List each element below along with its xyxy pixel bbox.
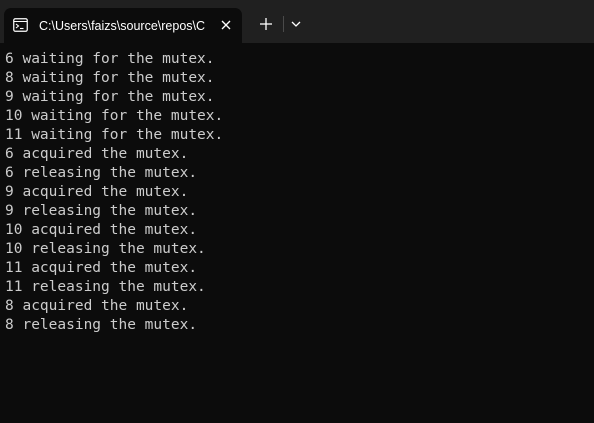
terminal-line: 8 releasing the mutex. <box>5 317 198 333</box>
plus-icon <box>260 18 272 30</box>
terminal-window: C:\Users\faizs\source\repos\C 6 waiting … <box>0 0 594 423</box>
close-icon[interactable] <box>217 16 235 34</box>
terminal-line: 11 releasing the mutex. <box>5 279 206 295</box>
tab-bar: C:\Users\faizs\source\repos\C <box>0 0 594 43</box>
terminal-output[interactable]: 6 waiting for the mutex. 8 waiting for t… <box>0 43 594 423</box>
terminal-line: 10 waiting for the mutex. <box>5 108 224 124</box>
terminal-icon <box>13 17 28 32</box>
terminal-line: 6 releasing the mutex. <box>5 165 198 181</box>
terminal-line: 10 releasing the mutex. <box>5 241 206 257</box>
terminal-line: 9 waiting for the mutex. <box>5 89 215 105</box>
tab-title: C:\Users\faizs\source\repos\C <box>39 19 206 33</box>
new-tab-button[interactable] <box>256 14 276 34</box>
terminal-line: 6 acquired the mutex. <box>5 146 189 162</box>
terminal-line: 8 acquired the mutex. <box>5 298 189 314</box>
chevron-down-icon <box>291 21 301 27</box>
terminal-line: 10 acquired the mutex. <box>5 222 198 238</box>
terminal-line: 8 waiting for the mutex. <box>5 70 215 86</box>
tab-active[interactable]: C:\Users\faizs\source\repos\C <box>4 8 242 43</box>
terminal-line: 11 waiting for the mutex. <box>5 127 224 143</box>
tab-dropdown-button[interactable] <box>287 14 305 34</box>
terminal-line: 9 acquired the mutex. <box>5 184 189 200</box>
tab-divider <box>283 16 284 32</box>
terminal-line: 11 acquired the mutex. <box>5 260 198 276</box>
terminal-line: 6 waiting for the mutex. <box>5 51 215 67</box>
terminal-line: 9 releasing the mutex. <box>5 203 198 219</box>
